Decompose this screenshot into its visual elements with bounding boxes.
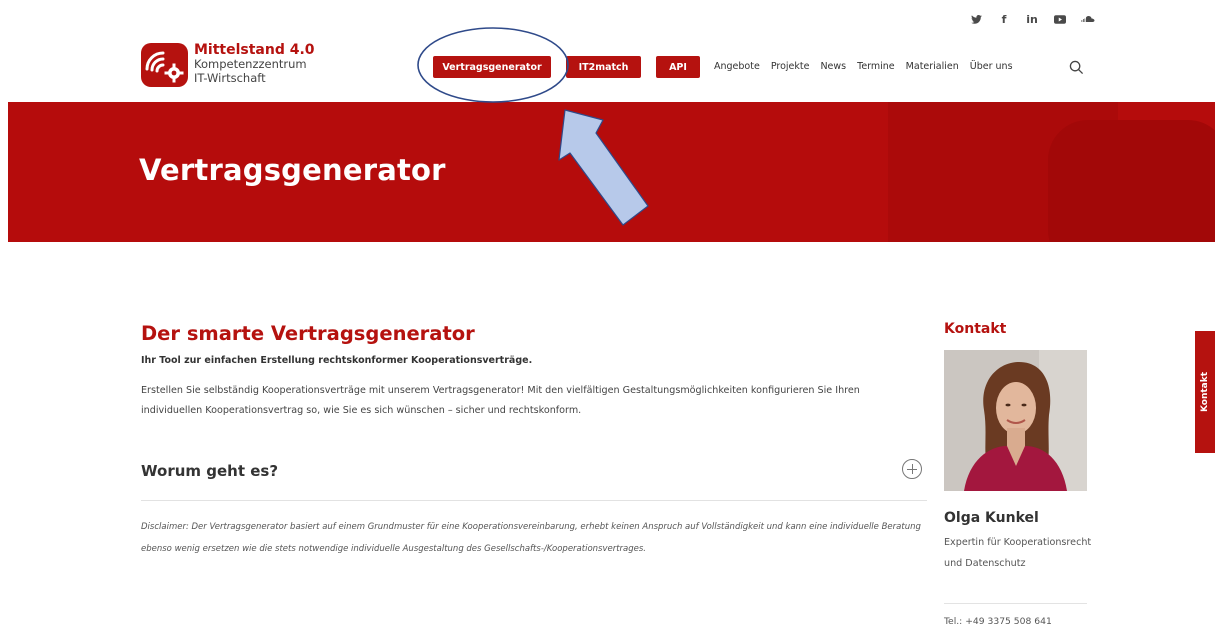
youtube-icon[interactable] bbox=[1049, 9, 1071, 29]
primary-nav-buttons: Vertragsgenerator IT2match API bbox=[433, 56, 700, 78]
linkedin-icon[interactable]: in bbox=[1021, 9, 1043, 29]
disclaimer-text: Disclaimer: Der Vertragsgenerator basier… bbox=[141, 522, 921, 554]
hero-banner: Vertragsgenerator bbox=[8, 102, 1215, 242]
contact-divider bbox=[944, 603, 1087, 604]
section-heading: Der smarte Vertragsgenerator bbox=[141, 322, 475, 345]
plus-circle-icon[interactable] bbox=[902, 459, 922, 479]
logo-mark-icon bbox=[141, 43, 188, 87]
logo-subtitle-2: IT-Wirtschaft bbox=[194, 70, 266, 85]
social-links: f in bbox=[965, 9, 1105, 29]
soundcloud-icon[interactable] bbox=[1077, 9, 1099, 29]
nav-link-ueber-uns[interactable]: Über uns bbox=[970, 61, 1013, 72]
nav-button-it2match[interactable]: IT2match bbox=[566, 56, 641, 78]
nav-link-news[interactable]: News bbox=[820, 61, 846, 72]
nav-link-angebote[interactable]: Angebote bbox=[714, 61, 760, 72]
contact-photo bbox=[944, 350, 1087, 491]
twitter-icon[interactable] bbox=[965, 9, 987, 29]
nav-button-api[interactable]: API bbox=[656, 56, 700, 78]
kontakt-side-tab[interactable]: Kontakt bbox=[1195, 331, 1215, 453]
contact-name: Olga Kunkel bbox=[944, 510, 1039, 526]
search-icon[interactable] bbox=[1069, 60, 1084, 79]
primary-nav-links: Angebote Projekte News Termine Materiali… bbox=[714, 61, 1013, 72]
logo-title: Mittelstand 4.0 bbox=[194, 42, 315, 58]
nav-button-vertragsgenerator[interactable]: Vertragsgenerator bbox=[433, 56, 551, 78]
logo-subtitle-1: Kompetenzzentrum bbox=[194, 57, 307, 71]
nav-link-projekte[interactable]: Projekte bbox=[771, 61, 810, 72]
contact-heading: Kontakt bbox=[944, 321, 1007, 337]
site-logo[interactable]: Mittelstand 4.0 Kompetenzzentrum IT-Wirt… bbox=[141, 43, 315, 87]
facebook-icon[interactable]: f bbox=[993, 9, 1015, 29]
accordion-worum-geht-es[interactable]: Worum geht es? bbox=[141, 455, 927, 501]
side-tab-label: Kontakt bbox=[1200, 371, 1210, 413]
hero-decoration-shape bbox=[1048, 120, 1215, 242]
lead-text: Ihr Tool zur einfachen Erstellung rechts… bbox=[141, 355, 533, 366]
nav-link-termine[interactable]: Termine bbox=[857, 61, 895, 72]
contact-role: Expertin für Kooperationsrecht und Daten… bbox=[944, 537, 1092, 569]
intro-paragraph: Erstellen Sie selbständig Kooperationsve… bbox=[141, 385, 860, 416]
page-title: Vertragsgenerator bbox=[139, 153, 446, 187]
nav-link-materialien[interactable]: Materialien bbox=[906, 61, 959, 72]
accordion-title[interactable]: Worum geht es? bbox=[141, 462, 278, 480]
contact-phone[interactable]: Tel.: +49 3375 508 641 bbox=[944, 616, 1052, 627]
